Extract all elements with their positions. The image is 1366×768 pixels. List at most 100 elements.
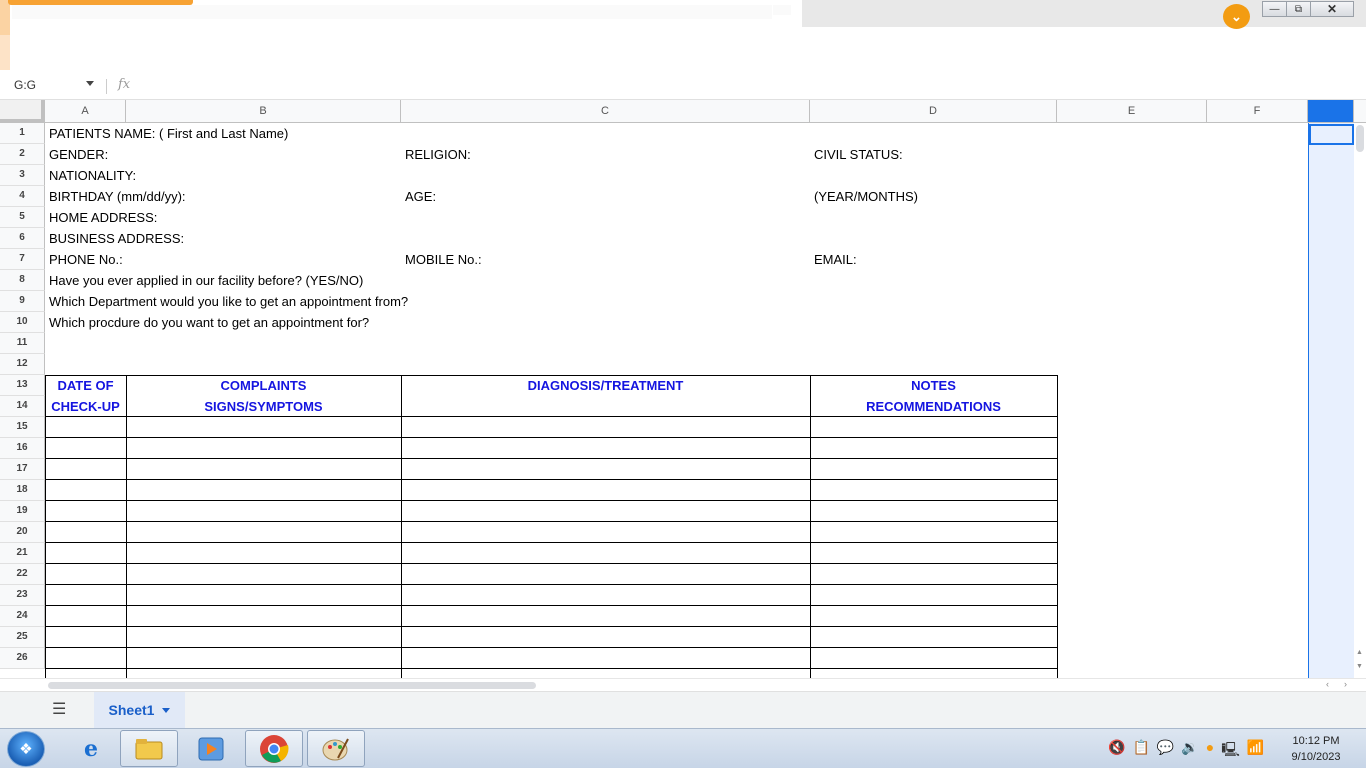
row-header[interactable]: 22 — [0, 564, 45, 585]
chrome-icon[interactable] — [245, 730, 303, 767]
row-header[interactable]: 10 — [0, 312, 45, 333]
header-signs-symptoms[interactable]: SIGNS/SYMPTOMS — [126, 396, 401, 417]
row-header[interactable]: 16 — [0, 438, 45, 459]
row-header[interactable]: 6 — [0, 228, 45, 249]
row-header[interactable]: 26 — [0, 648, 45, 669]
column-header-b[interactable]: B — [126, 100, 401, 122]
header-notes[interactable]: NOTES — [810, 375, 1057, 396]
cell-grid[interactable]: PATIENTS NAME: ( First and Last Name) GE… — [45, 123, 1309, 678]
volume-icon[interactable]: 🔉 — [1181, 739, 1198, 763]
row-header[interactable]: 2 — [0, 144, 45, 165]
horizontal-scroll-thumb[interactable] — [48, 682, 536, 689]
scroll-down-icon[interactable]: ▼ — [1356, 663, 1363, 670]
select-all-corner[interactable] — [0, 100, 45, 123]
sheet-tab-bar: ☰ Sheet1 — [0, 691, 1366, 728]
vertical-scroll-thumb[interactable] — [1356, 125, 1364, 152]
cell-c2[interactable]: RELIGION: — [405, 144, 471, 165]
row-header[interactable]: 19 — [0, 501, 45, 522]
network-error-icon[interactable]: 🖳 — [1221, 739, 1240, 763]
header-date-of[interactable]: DATE OF — [45, 375, 126, 396]
cell-a7[interactable]: PHONE No.: — [49, 249, 123, 270]
cell-d4[interactable]: (YEAR/MONTHS) — [814, 186, 918, 207]
chrome-logo-icon — [260, 734, 289, 763]
header-complaints[interactable]: COMPLAINTS — [126, 375, 401, 396]
sheet-tab-label: Sheet1 — [108, 702, 155, 718]
cell-a1[interactable]: PATIENTS NAME: ( First and Last Name) — [49, 123, 288, 144]
row-header[interactable]: 7 — [0, 249, 45, 270]
palette-icon — [322, 738, 349, 760]
cell-a3[interactable]: NATIONALITY: — [49, 165, 136, 186]
cell-a9[interactable]: Which Department would you like to get a… — [49, 291, 408, 312]
scroll-right-icon[interactable]: › — [1344, 679, 1347, 689]
cell-c4[interactable]: AGE: — [405, 186, 436, 207]
name-box[interactable]: G:G — [14, 78, 36, 92]
cell-a2[interactable]: GENDER: — [49, 144, 108, 165]
row-header[interactable]: 3 — [0, 165, 45, 186]
row-header[interactable]: 20 — [0, 522, 45, 543]
restore-button[interactable]: ⧉ — [1286, 1, 1311, 17]
row-header[interactable]: 14 — [0, 396, 45, 417]
minimize-button[interactable]: — — [1262, 1, 1287, 17]
close-button[interactable]: ✕ — [1310, 1, 1354, 17]
cell-d2[interactable]: CIVIL STATUS: — [814, 144, 903, 165]
tab-sheet1[interactable]: Sheet1 — [94, 692, 185, 728]
signal-icon[interactable]: 📶 — [1247, 739, 1264, 763]
table-row-border — [45, 584, 1058, 585]
horizontal-scrollbar[interactable]: ‹ › — [0, 678, 1366, 691]
header-recommendations[interactable]: RECOMMENDATIONS — [810, 396, 1057, 417]
taskbar: ❖ e 🔇 📋 💬 🔉 ● 🖳 📶 10:12 PM 9/10/2023 — [0, 728, 1366, 768]
table-row-border — [45, 437, 1058, 438]
update-icon[interactable]: ● — [1206, 739, 1214, 763]
cell-a6[interactable]: BUSINESS ADDRESS: — [49, 228, 184, 249]
row-header[interactable]: 11 — [0, 333, 45, 354]
internet-explorer-icon[interactable]: e — [62, 730, 120, 767]
taskbar-clock[interactable]: 10:12 PM 9/10/2023 — [1276, 733, 1356, 765]
start-button[interactable]: ❖ — [7, 731, 45, 767]
header-check-up[interactable]: CHECK-UP — [45, 396, 126, 417]
row-header[interactable]: 17 — [0, 459, 45, 480]
column-header-a[interactable]: A — [45, 100, 126, 122]
column-header-g[interactable] — [1308, 100, 1354, 122]
vertical-scrollbar[interactable]: ▲ ▼ — [1354, 123, 1366, 678]
chevron-down-icon[interactable]: ⌄ — [1223, 4, 1250, 29]
row-header[interactable]: 18 — [0, 480, 45, 501]
row-header[interactable]: 12 — [0, 354, 45, 375]
row-header[interactable]: 13 — [0, 375, 45, 396]
row-header[interactable]: 1 — [0, 123, 45, 144]
all-sheets-menu-icon[interactable]: ☰ — [52, 702, 70, 720]
row-header[interactable]: 8 — [0, 270, 45, 291]
column-header-d[interactable]: D — [810, 100, 1057, 122]
row-header[interactable]: 5 — [0, 207, 45, 228]
row-header[interactable]: 15 — [0, 417, 45, 438]
selected-column-g[interactable] — [1308, 123, 1354, 678]
cell-c7[interactable]: MOBILE No.: — [405, 249, 482, 270]
scroll-left-icon[interactable]: ‹ — [1326, 679, 1329, 689]
row-header[interactable]: 9 — [0, 291, 45, 312]
scroll-up-icon[interactable]: ▲ — [1356, 649, 1363, 656]
cell-d7[interactable]: EMAIL: — [814, 249, 857, 270]
row-header[interactable]: 21 — [0, 543, 45, 564]
row-header[interactable]: 4 — [0, 186, 45, 207]
name-box-dropdown-icon[interactable] — [86, 81, 94, 86]
cell-a5[interactable]: HOME ADDRESS: — [49, 207, 157, 228]
media-player-icon[interactable] — [182, 730, 240, 767]
row-header[interactable]: 23 — [0, 585, 45, 606]
header-diagnosis-treatment[interactable]: DIAGNOSIS/TREATMENT — [401, 375, 810, 396]
active-cell[interactable] — [1309, 124, 1354, 145]
cell-a8[interactable]: Have you ever applied in our facility be… — [49, 270, 363, 291]
row-header[interactable]: 24 — [0, 606, 45, 627]
message-icon[interactable]: 💬 — [1157, 739, 1174, 763]
app-edge-decoration — [0, 0, 10, 70]
clock-date: 9/10/2023 — [1291, 751, 1341, 763]
row-header[interactable]: 25 — [0, 627, 45, 648]
speaker-muted-icon[interactable]: 🔇 — [1108, 739, 1125, 763]
cell-a4[interactable]: BIRTHDAY (mm/dd/yy): — [49, 186, 186, 207]
clipboard-icon[interactable]: 📋 — [1132, 739, 1149, 763]
cell-a10[interactable]: Which procdure do you want to get an app… — [49, 312, 369, 333]
paint-icon[interactable] — [307, 730, 365, 767]
file-explorer-icon[interactable] — [120, 730, 178, 767]
column-header-c[interactable]: C — [401, 100, 810, 122]
column-header-f[interactable]: F — [1207, 100, 1308, 122]
sheet-menu-caret-icon[interactable] — [162, 707, 171, 713]
column-header-e[interactable]: E — [1057, 100, 1207, 122]
